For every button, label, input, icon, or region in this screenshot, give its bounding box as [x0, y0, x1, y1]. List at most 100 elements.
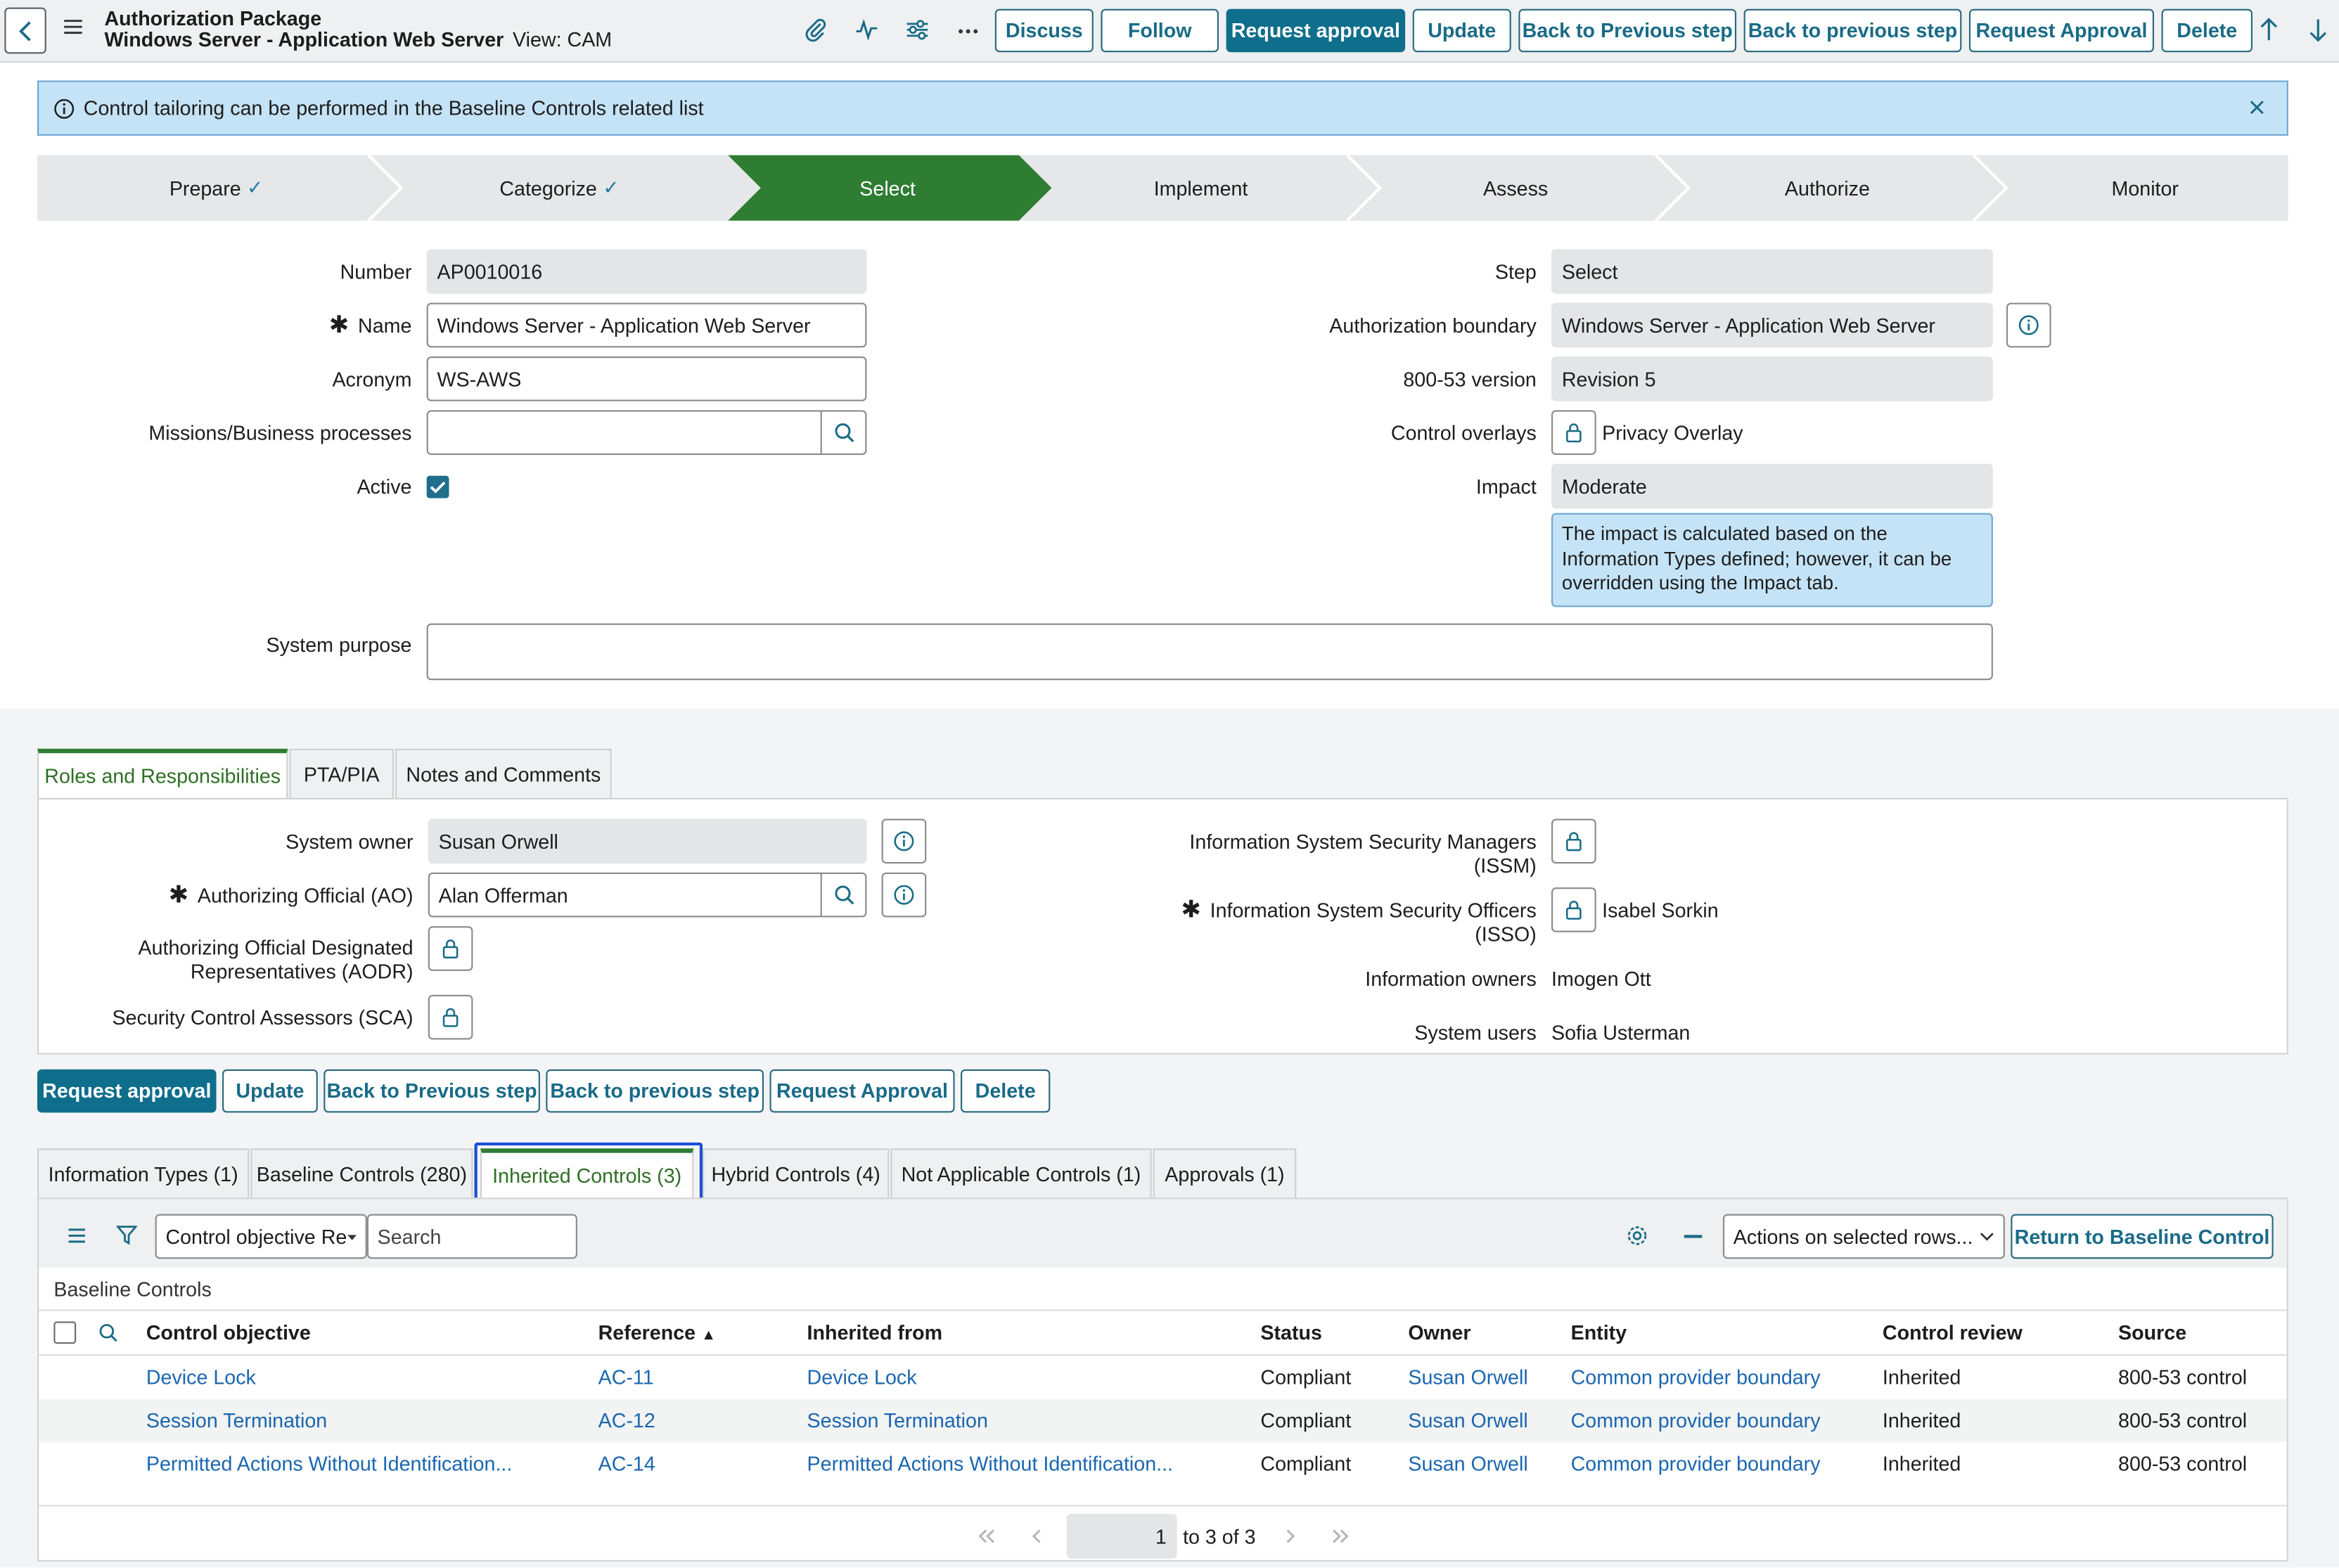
stage-categorize[interactable]: Categorize ✓ — [440, 155, 679, 221]
actions-select[interactable]: Actions on selected rows... — [1722, 1214, 2005, 1259]
sca-unlock-button[interactable] — [428, 994, 473, 1040]
tab-roles-and-responsibilities[interactable]: Roles and Responsibilities — [37, 748, 288, 799]
search-input[interactable]: Search — [366, 1214, 577, 1259]
column-header-entity[interactable]: Entity — [1571, 1321, 1627, 1344]
activity-icon[interactable] — [854, 18, 878, 41]
back-to-previous-step-button-bottom[interactable]: Back to Previous step — [323, 1069, 540, 1113]
cell-control-objective[interactable]: Device Lock — [146, 1366, 256, 1389]
paperclip-icon[interactable] — [804, 18, 828, 42]
cell-owner[interactable]: Susan Orwell — [1408, 1453, 1527, 1475]
discuss-button[interactable]: Discuss — [994, 8, 1094, 53]
update-button[interactable]: Update — [1412, 8, 1511, 53]
stage-implement[interactable]: Implement — [1082, 155, 1320, 221]
cell-inherited-from[interactable]: Session Termination — [807, 1410, 988, 1432]
request-approval-button[interactable]: Request approval — [1226, 8, 1406, 53]
purpose-label: System purpose — [266, 634, 412, 657]
cell-control-objective[interactable]: Permitted Actions Without Identification… — [146, 1453, 512, 1475]
next-page-icon[interactable] — [1284, 1529, 1296, 1543]
ao-info-button[interactable] — [881, 872, 927, 918]
update-button-bottom[interactable]: Update — [222, 1069, 318, 1113]
tab-baseline-controls[interactable]: Baseline Controls (280) — [250, 1148, 473, 1200]
column-header-status[interactable]: Status — [1260, 1321, 1322, 1344]
request-approval-button-bottom-2[interactable]: Request Approval — [769, 1069, 955, 1113]
impact-note: The impact is calculated based on the In… — [1551, 513, 1993, 608]
request-approval-button-bottom[interactable]: Request approval — [37, 1069, 217, 1113]
list-menu-icon[interactable] — [67, 1228, 86, 1244]
last-page-icon[interactable] — [1331, 1529, 1352, 1543]
purpose-field[interactable] — [426, 623, 1993, 681]
system-owner-info-button[interactable] — [881, 818, 927, 864]
stage-select[interactable]: Select — [768, 155, 1006, 221]
acronym-field[interactable]: WS-AWS — [426, 356, 867, 401]
active-checkbox[interactable] — [426, 475, 449, 499]
cell-inherited-from[interactable]: Device Lock — [807, 1366, 917, 1389]
name-field[interactable]: Windows Server - Application Web Server — [426, 302, 867, 348]
column-header-owner[interactable]: Owner — [1408, 1321, 1470, 1344]
tab-hybrid-controls[interactable]: Hybrid Controls (4) — [703, 1148, 890, 1200]
cell-entity[interactable]: Common provider boundary — [1571, 1453, 1821, 1475]
back-to-previous-step-button-2[interactable]: Back to previous step — [1743, 8, 1962, 53]
follow-button[interactable]: Follow — [1101, 8, 1219, 53]
request-approval-button-2[interactable]: Request Approval — [1968, 8, 2154, 53]
aodr-unlock-button[interactable] — [428, 926, 473, 971]
collapse-icon[interactable] — [1684, 1235, 1703, 1238]
cell-reference[interactable]: AC-14 — [598, 1453, 655, 1475]
isso-unlock-button[interactable] — [1551, 887, 1596, 932]
cell-owner[interactable]: Susan Orwell — [1408, 1366, 1527, 1389]
cell-entity[interactable]: Common provider boundary — [1571, 1410, 1821, 1432]
back-button[interactable] — [4, 7, 46, 54]
filter-field-select[interactable]: Control objective Re — [155, 1214, 367, 1259]
delete-button-bottom[interactable]: Delete — [961, 1069, 1051, 1113]
column-header-reference[interactable]: Reference ▲ — [598, 1321, 717, 1344]
stage-monitor[interactable]: Monitor — [2026, 155, 2264, 221]
arrow-up-icon[interactable] — [2258, 16, 2279, 43]
cell-inherited-from[interactable]: Permitted Actions Without Identification… — [807, 1453, 1173, 1475]
missions-lookup-button[interactable] — [820, 411, 866, 454]
number-label: Number — [340, 261, 412, 284]
return-to-baseline-button[interactable]: Return to Baseline Control — [2011, 1214, 2274, 1259]
page-number-input[interactable]: 1 — [1066, 1513, 1177, 1559]
tab-not-applicable-controls[interactable]: Not Applicable Controls (1) — [890, 1148, 1152, 1200]
lock-icon — [442, 1008, 459, 1027]
cell-entity[interactable]: Common provider boundary — [1571, 1366, 1821, 1389]
column-header-control-objective[interactable]: Control objective — [146, 1321, 311, 1344]
tab-information-types[interactable]: Information Types (1) — [37, 1148, 250, 1200]
tab-approvals[interactable]: Approvals (1) — [1153, 1148, 1297, 1200]
ao-lookup-button[interactable] — [820, 874, 866, 916]
column-header-source[interactable]: Source — [2118, 1321, 2186, 1344]
overlays-unlock-button[interactable] — [1551, 410, 1596, 455]
tab-pta-pia[interactable]: PTA/PIA — [289, 748, 394, 799]
back-to-previous-step-button-bottom-2[interactable]: Back to previous step — [546, 1069, 764, 1113]
stage-assess[interactable]: Assess — [1396, 155, 1634, 221]
delete-button[interactable]: Delete — [2161, 8, 2253, 53]
stage-prepare[interactable]: Prepare ✓ — [97, 155, 335, 221]
gear-icon[interactable] — [1626, 1224, 1648, 1247]
tab-notes-and-comments[interactable]: Notes and Comments — [395, 748, 612, 799]
header-button-bar: Discuss Follow Request approval Update B… — [994, 8, 2253, 53]
arrow-down-icon[interactable] — [2307, 16, 2328, 43]
bottom-button-bar: Request approval Update Back to Previous… — [37, 1069, 1051, 1113]
column-header-inherited-from[interactable]: Inherited from — [807, 1321, 943, 1344]
cell-reference[interactable]: AC-11 — [598, 1366, 654, 1389]
back-to-previous-step-button[interactable]: Back to Previous step — [1518, 8, 1737, 53]
select-all-checkbox[interactable] — [53, 1321, 77, 1344]
column-search-icon[interactable] — [98, 1323, 118, 1342]
ao-field[interactable]: Alan Offerman — [428, 872, 867, 918]
cell-owner[interactable]: Susan Orwell — [1408, 1410, 1527, 1432]
column-header-control-review[interactable]: Control review — [1883, 1321, 2023, 1344]
previous-page-icon[interactable] — [1031, 1529, 1043, 1543]
filter-icon[interactable] — [116, 1224, 138, 1245]
first-page-icon[interactable] — [975, 1529, 997, 1543]
cell-reference[interactable]: AC-12 — [598, 1410, 655, 1432]
boundary-field: Windows Server - Application Web Server — [1551, 302, 1993, 348]
stage-authorize[interactable]: Authorize — [1708, 155, 1947, 221]
context-menu-icon[interactable] — [63, 18, 84, 35]
cell-status: Compliant — [1260, 1453, 1352, 1475]
missions-field[interactable] — [426, 410, 867, 455]
issm-unlock-button[interactable] — [1551, 818, 1596, 864]
boundary-info-button[interactable] — [2006, 302, 2051, 348]
settings-sliders-icon[interactable] — [906, 18, 930, 41]
close-icon[interactable] — [2248, 98, 2266, 116]
more-options-icon[interactable] — [956, 21, 980, 42]
cell-control-objective[interactable]: Session Termination — [146, 1410, 327, 1432]
